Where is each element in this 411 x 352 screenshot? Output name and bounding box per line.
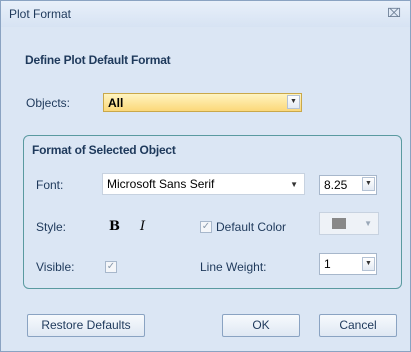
default-color-checkbox[interactable]: ✓ (200, 221, 212, 233)
chevron-down-icon[interactable]: ▼ (290, 180, 298, 189)
chevron-down-icon[interactable]: ▼ (287, 95, 300, 109)
line-weight-dropdown[interactable]: 1 ▼ (319, 253, 377, 275)
default-color-label: Default Color (216, 220, 287, 234)
cancel-button[interactable]: Cancel (319, 314, 397, 337)
window-title: Plot Format (9, 7, 72, 21)
font-label: Font: (36, 178, 64, 192)
visible-label: Visible: (36, 260, 75, 274)
style-label: Style: (36, 220, 67, 234)
objects-selected-value: All (108, 96, 124, 110)
chevron-down-icon[interactable]: ▼ (362, 177, 375, 191)
objects-label: Objects: (26, 96, 71, 110)
visible-checkbox[interactable]: ✓ (105, 261, 117, 273)
font-name-value: Microsoft Sans Serif (107, 177, 215, 191)
line-weight-label: Line Weight: (200, 260, 267, 274)
group-title: Format of Selected Object (32, 143, 176, 157)
section-heading: Define Plot Default Format (25, 53, 171, 67)
plot-format-dialog: Plot Format ⌧ Define Plot Default Format… (0, 0, 411, 352)
chevron-down-icon[interactable]: ▼ (362, 257, 375, 271)
bold-button[interactable]: B (109, 219, 120, 234)
italic-button[interactable]: I (140, 219, 145, 234)
font-size-dropdown[interactable]: 8.25 ▼ (319, 175, 377, 195)
close-icon[interactable]: ⌧ (387, 6, 401, 20)
title-bar: Plot Format ⌧ (1, 1, 410, 27)
ok-button[interactable]: OK (222, 314, 300, 337)
chevron-down-icon[interactable]: ▼ (364, 219, 372, 228)
line-weight-value: 1 (324, 257, 331, 271)
color-swatch (332, 218, 346, 229)
restore-defaults-button[interactable]: Restore Defaults (27, 314, 145, 337)
objects-dropdown[interactable]: All ▼ (103, 93, 302, 112)
color-picker-dropdown[interactable]: ▼ (319, 212, 379, 235)
font-name-dropdown[interactable]: Microsoft Sans Serif ▼ (102, 173, 305, 195)
font-size-value: 8.25 (324, 178, 348, 192)
